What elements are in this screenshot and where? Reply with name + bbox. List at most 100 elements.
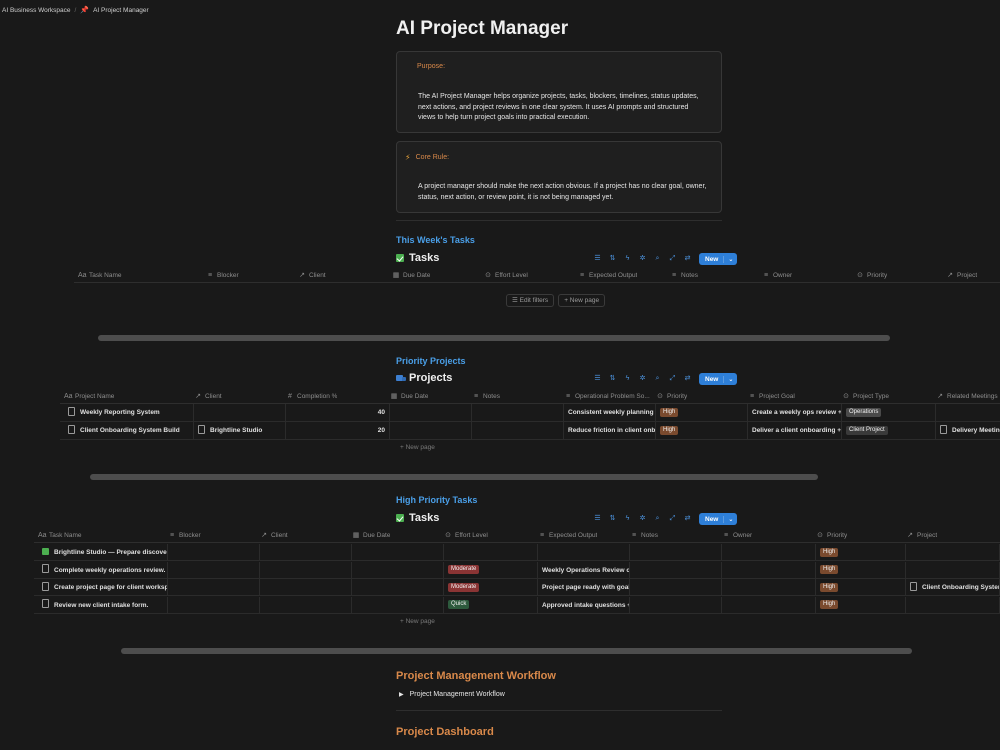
column-header-task-name[interactable]: Aa Task Name <box>38 529 82 543</box>
cell-client <box>260 561 352 579</box>
column-header-due-date[interactable]: ▦ Due Date <box>390 390 429 404</box>
cell-name[interactable]: Review new client intake form. <box>38 596 168 614</box>
column-header-client[interactable]: ↗ Client <box>298 269 326 283</box>
column-header-owner[interactable]: ≡ Owner <box>722 529 752 543</box>
search-icon[interactable]: ⌕ <box>654 514 661 524</box>
table-row[interactable]: Brightline Studio — Prepare discovery c H… <box>34 544 1000 561</box>
task-name: Create project page for client workspac <box>54 584 168 591</box>
column-header-client[interactable]: ↗ Client <box>260 529 288 543</box>
search-icon[interactable]: ⌕ <box>654 254 661 264</box>
purpose-text: The AI Project Manager helps organize pr… <box>418 93 699 121</box>
new-button[interactable]: New ⌄ <box>699 373 738 385</box>
breadcrumb-page[interactable]: AI Project Manager <box>93 7 149 14</box>
column-header-notes[interactable]: ≡ Notes <box>472 390 500 404</box>
breadcrumb-workspace[interactable]: AI Business Workspace <box>2 7 71 14</box>
table-row[interactable]: Weekly Reporting System 40 Consistent week… <box>60 404 1000 422</box>
new-button[interactable]: New ⌄ <box>699 253 738 265</box>
column-type-icon: ≡ <box>565 393 571 400</box>
column-header-expected-output[interactable]: ≡ Expected Output <box>538 529 597 543</box>
priority-projects-heading[interactable]: Priority Projects <box>396 356 466 366</box>
expand-icon[interactable]: ⤢ <box>669 254 676 264</box>
column-header-effort-level[interactable]: ⊙ Effort Level <box>444 529 488 543</box>
new-page-button[interactable]: + New page <box>400 618 435 625</box>
horizontal-scrollbar[interactable] <box>121 648 912 654</box>
sparkle-icon[interactable]: ✲ <box>639 254 646 264</box>
column-header-priority[interactable]: ⊙ Priority <box>856 269 887 283</box>
new-page-button[interactable]: + New page <box>558 294 606 307</box>
column-header-effort-level[interactable]: ⊙ Effort Level <box>484 269 528 283</box>
column-header-priority[interactable]: ⊙ Priority <box>656 390 687 404</box>
column-header-project[interactable]: ↗ Project <box>906 529 937 543</box>
weekly-tasks-db-title[interactable]: Tasks <box>396 252 439 264</box>
project-type-tag: Operations <box>846 407 882 417</box>
search-icon[interactable]: ⌕ <box>654 374 661 384</box>
sort-icon[interactable]: ⇅ <box>609 514 616 524</box>
column-header-client[interactable]: ↗ Client <box>194 390 222 404</box>
chevron-down-icon[interactable]: ⌄ <box>723 375 737 383</box>
automation-icon[interactable]: ϟ <box>624 514 631 524</box>
filter-icon[interactable]: ☰ <box>594 254 601 264</box>
task-name: Brightline Studio — Prepare discovery c <box>54 549 168 556</box>
expand-icon[interactable]: ⤢ <box>669 514 676 524</box>
triangle-right-icon[interactable]: ▶ <box>399 691 404 698</box>
column-header-notes[interactable]: ≡ Notes <box>630 529 658 543</box>
column-type-icon: ▦ <box>392 272 400 279</box>
sort-icon[interactable]: ⇅ <box>609 254 616 264</box>
new-button[interactable]: New ⌄ <box>699 513 738 525</box>
sort-icon[interactable]: ⇅ <box>609 374 616 384</box>
table-row[interactable]: Complete weekly operations review. Modera… <box>34 561 1000 579</box>
high-priority-tasks-heading[interactable]: High Priority Tasks <box>396 495 477 505</box>
filter-icon[interactable]: ☰ <box>594 374 601 384</box>
column-header-project-name[interactable]: Aa Project Name <box>64 390 114 404</box>
automation-icon[interactable]: ϟ <box>624 254 631 264</box>
column-header-blocker[interactable]: ≡ Blocker <box>168 529 201 543</box>
column-header-priority[interactable]: ⊙ Priority <box>816 529 847 543</box>
cell-name[interactable]: Client Onboarding System Build <box>64 422 194 440</box>
column-header-expected-output[interactable]: ≡ Expected Output <box>578 269 637 283</box>
column-header-owner[interactable]: ≡ Owner <box>762 269 792 283</box>
projects-db-title[interactable]: Projects <box>396 372 452 384</box>
cell-name[interactable]: Weekly Reporting System <box>64 404 194 422</box>
workflow-toggle[interactable]: ▶ Project Management Workflow <box>399 691 505 698</box>
column-header-notes[interactable]: ≡ Notes <box>670 269 698 283</box>
column-header-completion[interactable]: # Completion % <box>286 390 337 404</box>
cell-name[interactable]: Complete weekly operations review. <box>38 561 168 579</box>
expand-icon[interactable]: ⤢ <box>669 374 676 384</box>
column-header-due-date[interactable]: ▦ Due Date <box>352 529 391 543</box>
weekly-tasks-heading[interactable]: This Week's Tasks <box>396 235 475 245</box>
meeting-link[interactable]: Delivery Meeting - <box>952 427 1000 434</box>
cell-name[interactable]: Brightline Studio — Prepare discovery c <box>38 544 168 561</box>
column-header-operational-problem-so[interactable]: ≡ Operational Problem So... <box>564 390 650 404</box>
column-header-task-name[interactable]: Aa Task Name <box>78 269 122 283</box>
automation-icon[interactable]: ϟ <box>624 374 631 384</box>
filter-icon[interactable]: ☰ <box>594 514 601 524</box>
high-tasks-db-title[interactable]: Tasks <box>396 512 439 524</box>
new-page-button[interactable]: + New page <box>400 444 435 451</box>
chevron-down-icon[interactable]: ⌄ <box>723 255 737 263</box>
sliders-icon[interactable]: ⇄ <box>684 514 691 524</box>
horizontal-scrollbar[interactable] <box>98 335 890 341</box>
project-link[interactable]: Client Onboarding System <box>922 584 999 591</box>
sliders-icon[interactable]: ⇄ <box>684 254 691 264</box>
column-header-project[interactable]: ↗ Project <box>946 269 977 283</box>
table-row[interactable]: Review new client intake form. Quick Appro… <box>34 596 1000 614</box>
weekly-toolbar: ☰ ⇅ ϟ ✲ ⌕ ⤢ ⇄ New ⌄ <box>594 253 738 265</box>
client-link[interactable]: Brightline Studio <box>210 427 262 434</box>
table-row[interactable]: Create project page for client workspac M… <box>34 579 1000 596</box>
column-header-blocker[interactable]: ≡ Blocker <box>206 269 239 283</box>
chevron-down-icon[interactable]: ⌄ <box>723 515 737 523</box>
column-header-related-meetings[interactable]: ↗ Related Meetings <box>936 390 998 404</box>
sparkle-icon[interactable]: ✲ <box>639 514 646 524</box>
column-type-icon: ⊙ <box>445 532 451 539</box>
column-header-due-date[interactable]: ▦ Due Date <box>392 269 431 283</box>
column-header-project-goal[interactable]: ≡ Project Goal <box>748 390 795 404</box>
table-row[interactable]: Client Onboarding System Build Brightline… <box>60 422 1000 440</box>
sliders-icon[interactable]: ⇄ <box>684 374 691 384</box>
cell-name[interactable]: Create project page for client workspac <box>38 579 168 596</box>
horizontal-scrollbar[interactable] <box>90 474 818 480</box>
cell-project <box>906 596 1000 614</box>
checkbox-checked-icon[interactable] <box>42 547 49 555</box>
edit-filters-button[interactable]: ☰ Edit filters <box>506 294 555 307</box>
sparkle-icon[interactable]: ✲ <box>639 374 646 384</box>
column-header-project-type[interactable]: ⊙ Project Type <box>842 390 889 404</box>
